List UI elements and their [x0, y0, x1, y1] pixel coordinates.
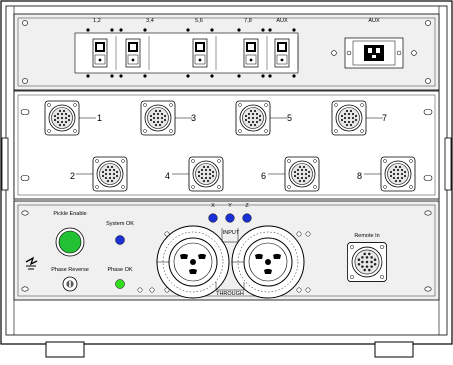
connector-label-4: 4 — [165, 171, 170, 181]
circular-connector[interactable] — [92, 156, 128, 192]
system-ok-label: System OK — [106, 221, 134, 227]
connector-label-3: 3 — [191, 113, 196, 123]
circular-connector[interactable] — [331, 100, 367, 136]
remote-in-label: Remote In — [354, 233, 379, 239]
circular-connector[interactable] — [235, 100, 271, 136]
breaker-label-3-4: 3,4 — [146, 18, 154, 24]
phase-label-x: X — [211, 203, 215, 209]
right-handle — [444, 137, 452, 191]
phase-ok-label: Phase OK — [107, 267, 132, 273]
breaker-label-7-8: 7,8 — [244, 18, 252, 24]
rack-panel-diagram: 1,2 3,4 5,6 7,8 AUX AUX 1 3 5 7 2 4 6 8 — [0, 0, 453, 360]
system-ok-led — [115, 235, 125, 245]
phase-ok-led — [115, 279, 125, 289]
breaker-label-1-2: 1,2 — [93, 18, 101, 24]
connector-label-8: 8 — [357, 171, 362, 181]
circular-connector[interactable] — [188, 156, 224, 192]
phase-label-y: Y — [228, 203, 232, 209]
input-label: INPUT — [223, 230, 240, 236]
mounting-slot — [20, 175, 30, 181]
left-handle — [1, 137, 9, 191]
twist-lock-receptacle[interactable] — [231, 225, 305, 299]
mounting-slot — [423, 109, 433, 115]
right-foot — [374, 341, 414, 358]
circular-connector[interactable] — [44, 100, 80, 136]
connector-label-1: 1 — [97, 113, 102, 123]
pickle-enable-label: Pickle Enable — [53, 211, 86, 217]
circular-connector[interactable] — [140, 100, 176, 136]
phase-led-z — [242, 213, 252, 223]
mounting-slot — [423, 175, 433, 181]
through-label: THROUGH — [216, 291, 244, 297]
phase-led-x — [208, 213, 218, 223]
connector-label-5: 5 — [287, 113, 292, 123]
breaker-label-5-6: 5,6 — [195, 18, 203, 24]
phase-led-y — [225, 213, 235, 223]
remote-in-connector[interactable] — [347, 242, 387, 282]
aux-panel-label: AUX — [368, 18, 380, 24]
pickle-enable-button[interactable] — [58, 230, 82, 254]
breaker-label-aux: AUX — [276, 18, 288, 24]
connector-label-2: 2 — [70, 171, 75, 181]
circular-connector[interactable] — [284, 156, 320, 192]
connector-label-7: 7 — [382, 113, 387, 123]
phase-reverse-label: Phase Reverse — [51, 267, 89, 273]
rack-drawing: 1,2 3,4 5,6 7,8 AUX AUX 1 3 5 7 2 4 6 8 — [0, 0, 453, 358]
circular-connector[interactable] — [380, 156, 416, 192]
connector-label-6: 6 — [261, 171, 266, 181]
left-foot — [45, 341, 85, 358]
twist-lock-receptacle[interactable] — [156, 225, 230, 299]
mounting-slot — [20, 109, 30, 115]
